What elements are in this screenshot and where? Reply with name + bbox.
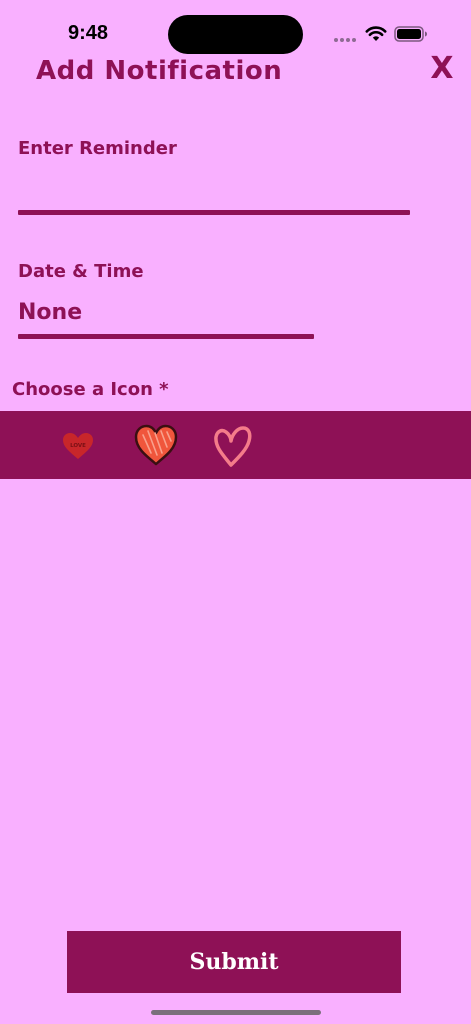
dynamic-island [168,15,303,54]
date-time-underline [18,334,314,339]
page-title: Add Notification [36,56,283,86]
date-time-picker[interactable]: None [18,300,82,325]
scribble-heart-icon[interactable] [133,423,179,467]
date-time-label: Date & Time [18,261,144,282]
reminder-underline [18,210,410,215]
close-button[interactable]: X [428,52,456,86]
icon-picker-strip: LOVE [0,411,471,479]
reminder-input[interactable] [18,172,408,208]
battery-icon [394,26,427,42]
love-heart-text: LOVE [70,443,86,449]
submit-button[interactable]: Submit [67,931,401,993]
status-bar: 9:48 [0,0,471,60]
outline-heart-icon[interactable] [209,423,255,467]
cellular-signal-icon [334,38,358,43]
home-indicator [151,1010,321,1015]
love-heart-icon[interactable]: LOVE [55,423,101,467]
wifi-icon [365,26,387,41]
reminder-label: Enter Reminder [18,138,177,159]
choose-icon-label: Choose a Icon * [12,379,169,400]
status-time: 9:48 [68,22,109,44]
